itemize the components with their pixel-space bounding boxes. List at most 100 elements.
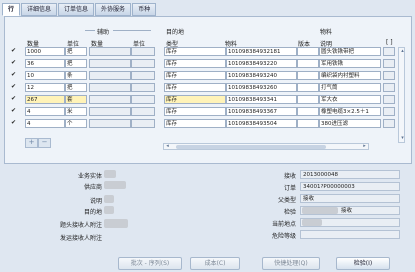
quick-process-button[interactable]: 快捷处理(Q)	[262, 257, 320, 270]
scroll-thumb[interactable]	[176, 145, 326, 149]
description-cell[interactable]: 圆头铁锹带把	[319, 47, 381, 56]
unit-cell[interactable]: 套	[65, 95, 87, 104]
item-cell[interactable]: 10109838493240	[226, 71, 297, 80]
remove-row-button[interactable]: −	[38, 138, 51, 148]
revision-cell[interactable]	[297, 119, 319, 128]
aux-unit-cell[interactable]	[131, 59, 155, 68]
label-inspection: 检验	[283, 209, 296, 216]
aux-unit-cell[interactable]	[131, 83, 155, 92]
aux-quantity-cell[interactable]	[89, 71, 131, 80]
item-cell[interactable]: 10109838493220	[226, 59, 297, 68]
tab-lines[interactable]: 行	[2, 3, 21, 16]
unit-cell[interactable]: 把	[65, 83, 87, 92]
scroll-left-icon[interactable]: ◂	[164, 144, 171, 149]
description-cell[interactable]: 380进压滤	[319, 119, 381, 128]
label-operating-unit: 业务实体	[77, 173, 102, 180]
revision-cell[interactable]	[297, 47, 319, 56]
description-cell[interactable]: 橡塑电缆3×2.5＋1	[319, 107, 381, 116]
aux-unit-cell[interactable]	[131, 119, 155, 128]
description-cell[interactable]: 打气筒	[319, 83, 381, 92]
row-select-checkbox[interactable]: ✔	[11, 71, 17, 79]
tab-order-info[interactable]: 订单信息	[58, 3, 95, 16]
flexfield-cell[interactable]	[383, 95, 395, 104]
order-number-field[interactable]: 34001?P00000003	[300, 182, 400, 191]
destination-type-cell[interactable]: 库存	[164, 47, 226, 56]
quantity-cell[interactable]: 4	[25, 119, 65, 128]
destination-type-cell[interactable]: 库存	[164, 107, 226, 116]
unit-cell[interactable]: 个	[65, 119, 87, 128]
aux-quantity-cell[interactable]	[89, 119, 131, 128]
item-cell[interactable]: 10109838493367	[226, 107, 297, 116]
unit-cell[interactable]: 条	[65, 71, 87, 80]
flexfield-cell[interactable]	[383, 59, 395, 68]
label-current-location: 当前地点	[271, 221, 296, 228]
aux-unit-cell[interactable]	[131, 71, 155, 80]
row-select-checkbox[interactable]: ✔	[11, 59, 17, 67]
row-select-checkbox[interactable]: ✔	[11, 107, 17, 115]
aux-quantity-cell[interactable]	[89, 95, 131, 104]
aux-unit-cell[interactable]	[131, 107, 155, 116]
scroll-right-icon[interactable]: ▸	[361, 144, 368, 149]
parent-type-field[interactable]: 接收	[300, 194, 400, 203]
row-select-checkbox[interactable]: ✔	[11, 119, 17, 127]
quantity-cell[interactable]: 4	[25, 107, 65, 116]
revision-cell[interactable]	[297, 71, 319, 80]
flexfield-cell[interactable]	[383, 119, 395, 128]
description-cell[interactable]: 编织袋内衬塑料	[319, 71, 381, 80]
redacted-header-note	[104, 219, 128, 228]
add-row-button[interactable]: +	[25, 138, 38, 148]
flexfield-cell[interactable]	[383, 83, 395, 92]
unit-cell[interactable]: 把	[65, 47, 87, 56]
flexfield-cell[interactable]	[383, 107, 395, 116]
revision-cell[interactable]	[297, 59, 319, 68]
destination-type-cell[interactable]: 库存	[164, 59, 226, 68]
destination-type-cell[interactable]: 库存	[164, 71, 226, 80]
aux-unit-cell[interactable]	[131, 95, 155, 104]
unit-cell[interactable]: 把	[65, 59, 87, 68]
flexfield-cell[interactable]	[383, 47, 395, 56]
description-cell[interactable]: 军大衣	[319, 95, 381, 104]
aux-quantity-cell[interactable]	[89, 83, 131, 92]
item-cell[interactable]: 10109838493504	[226, 119, 297, 128]
quantity-cell[interactable]: 12	[25, 83, 65, 92]
row-select-checkbox[interactable]: ✔	[11, 47, 17, 55]
grid-vertical-scrollbar[interactable]: ▴ ▾	[398, 47, 405, 143]
label-hazard-class: 危险等级	[271, 233, 296, 240]
description-cell[interactable]: 军用铁锹	[319, 59, 381, 68]
aux-quantity-cell[interactable]	[89, 47, 131, 56]
revision-cell[interactable]	[297, 107, 319, 116]
item-cell[interactable]: 10109838493341	[226, 95, 297, 104]
grid-horizontal-scrollbar[interactable]: ◂ ▸	[163, 143, 369, 150]
scroll-down-icon[interactable]: ▾	[399, 136, 406, 141]
label-header-receiver-note: 题头接收人附注	[59, 222, 102, 229]
tab-outsourcing[interactable]: 外协服务	[95, 3, 132, 16]
flexfield-cell[interactable]	[383, 71, 395, 80]
quantity-cell[interactable]: 1000	[25, 47, 65, 56]
row-select-checkbox[interactable]: ✔	[11, 95, 17, 103]
lot-serial-button[interactable]: 批次 - 序列(S)	[118, 257, 182, 270]
tab-currency[interactable]: 币种	[132, 3, 157, 16]
revision-cell[interactable]	[297, 83, 319, 92]
row-select-checkbox[interactable]: ✔	[11, 83, 17, 91]
scroll-up-icon[interactable]: ▴	[399, 49, 406, 54]
quantity-cell[interactable]: 267	[25, 95, 65, 104]
item-cell[interactable]: 10109838493260	[226, 83, 297, 92]
unit-cell[interactable]: 米	[65, 107, 87, 116]
quantity-cell[interactable]: 36	[25, 59, 65, 68]
tab-details[interactable]: 详细信息	[21, 3, 58, 16]
item-cell[interactable]: 101098384932181	[226, 47, 297, 56]
redacted-destination	[104, 206, 114, 214]
destination-type-cell[interactable]: 库存	[164, 95, 226, 104]
cost-button[interactable]: 成本(C)	[190, 257, 240, 270]
destination-type-cell[interactable]: 库存	[164, 83, 226, 92]
aux-quantity-cell[interactable]	[89, 59, 131, 68]
quantity-cell[interactable]: 10	[25, 71, 65, 80]
tab-bar: 行 详细信息 订单信息 外协服务 币种	[2, 3, 157, 16]
aux-unit-cell[interactable]	[131, 47, 155, 56]
revision-cell[interactable]	[297, 95, 319, 104]
destination-type-cell[interactable]: 库存	[164, 119, 226, 128]
aux-quantity-cell[interactable]	[89, 107, 131, 116]
receipt-number-field[interactable]: 2013000048	[300, 170, 400, 179]
hazard-class-field[interactable]	[300, 230, 400, 239]
inspect-button[interactable]: 检验(I)	[336, 257, 390, 270]
